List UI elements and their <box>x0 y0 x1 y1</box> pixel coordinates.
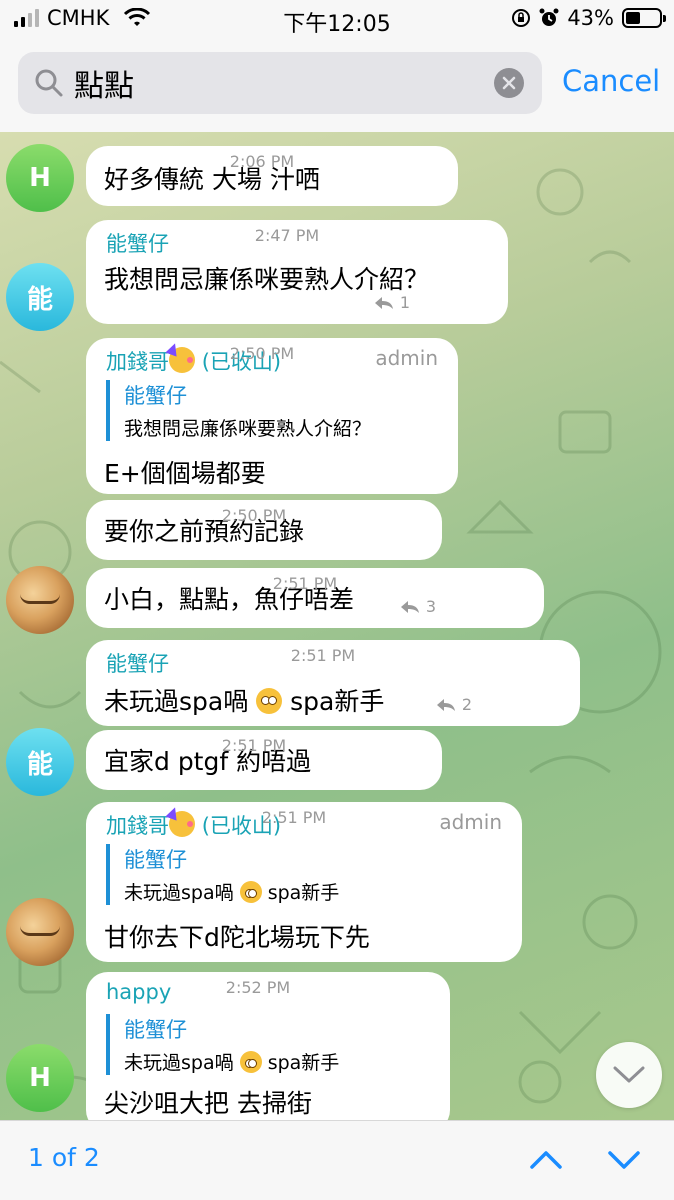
message-bubble[interactable]: 好多傳統 大場 汁哂 2:06 PM <box>86 146 458 206</box>
previous-result-chevron-up-icon[interactable] <box>526 1139 566 1179</box>
alarm-icon <box>539 8 559 26</box>
message-bubble[interactable]: 要你之前預約記錄 2:50 PM <box>86 500 442 560</box>
message-time: 2:47 PM <box>254 226 320 245</box>
message-bubble[interactable]: happy 能蟹仔 未玩過spa喎 spa新手 尖沙咀大把 去掃街 2:52 P… <box>86 972 450 1120</box>
clear-search-button[interactable] <box>494 68 524 98</box>
avatar-letter: 能 <box>26 749 53 780</box>
avatar[interactable]: H <box>6 144 74 212</box>
message-bubble[interactable]: 加錢哥 (已收山) admin 能蟹仔 我想問忌廉係咪要熟人介紹？ E+個個場都… <box>86 338 458 494</box>
search-results-bar: 1 of 2 <box>0 1120 674 1200</box>
message-time: 2:52 PM <box>225 978 291 997</box>
message-time: 2:50 PM <box>229 344 295 363</box>
avatar[interactable]: 能 <box>6 263 74 331</box>
message-time: 2:51 PM <box>290 646 356 665</box>
search-input[interactable] <box>74 62 494 104</box>
message-time: 2:51 PM <box>272 574 338 593</box>
avatar[interactable]: H <box>6 1044 74 1112</box>
avatar[interactable] <box>6 898 74 966</box>
next-result-chevron-down-icon[interactable] <box>604 1139 644 1179</box>
avatar-letter: H <box>29 1063 51 1093</box>
close-icon <box>502 76 516 90</box>
message-bubble[interactable]: 小白，點點，魚仔唔差 3 2:51 PM <box>86 568 544 628</box>
search-field[interactable] <box>18 52 542 114</box>
message-bubble[interactable]: 宜家d ptgf 約唔過 2:51 PM <box>86 730 442 790</box>
message-time: 2:06 PM <box>229 152 295 171</box>
chat-history[interactable]: H 好多傳統 大場 汁哂 2:06 PM 能 能蟹仔 我想問忌廉係咪要熟人介紹？… <box>0 132 674 1120</box>
avatar-letter: 能 <box>26 284 53 315</box>
orientation-lock-icon <box>512 9 531 27</box>
avatar[interactable]: 能 <box>6 728 74 796</box>
avatar[interactable] <box>6 566 74 634</box>
message-bubble[interactable]: 能蟹仔 未玩過spa喎 spa新手 2 2:51 PM <box>86 640 580 726</box>
chevron-down-icon <box>613 1066 645 1083</box>
battery-percent: 43% <box>567 6 614 30</box>
avatar-letter: H <box>29 163 51 193</box>
message-time: 2:51 PM <box>221 736 287 755</box>
message-time: 2:50 PM <box>221 506 287 525</box>
message-bubble[interactable]: 能蟹仔 我想問忌廉係咪要熟人介紹？ 1 2:47 PM <box>86 220 508 324</box>
message-bubble[interactable]: 加錢哥 (已收山) admin 能蟹仔 未玩過spa喎 spa新手 甘你去下d陀… <box>86 802 522 962</box>
battery-icon <box>622 8 666 28</box>
cancel-button[interactable]: Cancel <box>562 64 660 98</box>
status-bar: CMHK 下午12:05 43% <box>0 0 674 40</box>
scroll-to-bottom-button[interactable] <box>596 1042 662 1108</box>
search-bar: Cancel <box>0 40 674 132</box>
message-time: 2:51 PM <box>261 808 327 827</box>
search-result-counter: 1 of 2 <box>28 1143 100 1172</box>
search-icon <box>35 69 63 97</box>
